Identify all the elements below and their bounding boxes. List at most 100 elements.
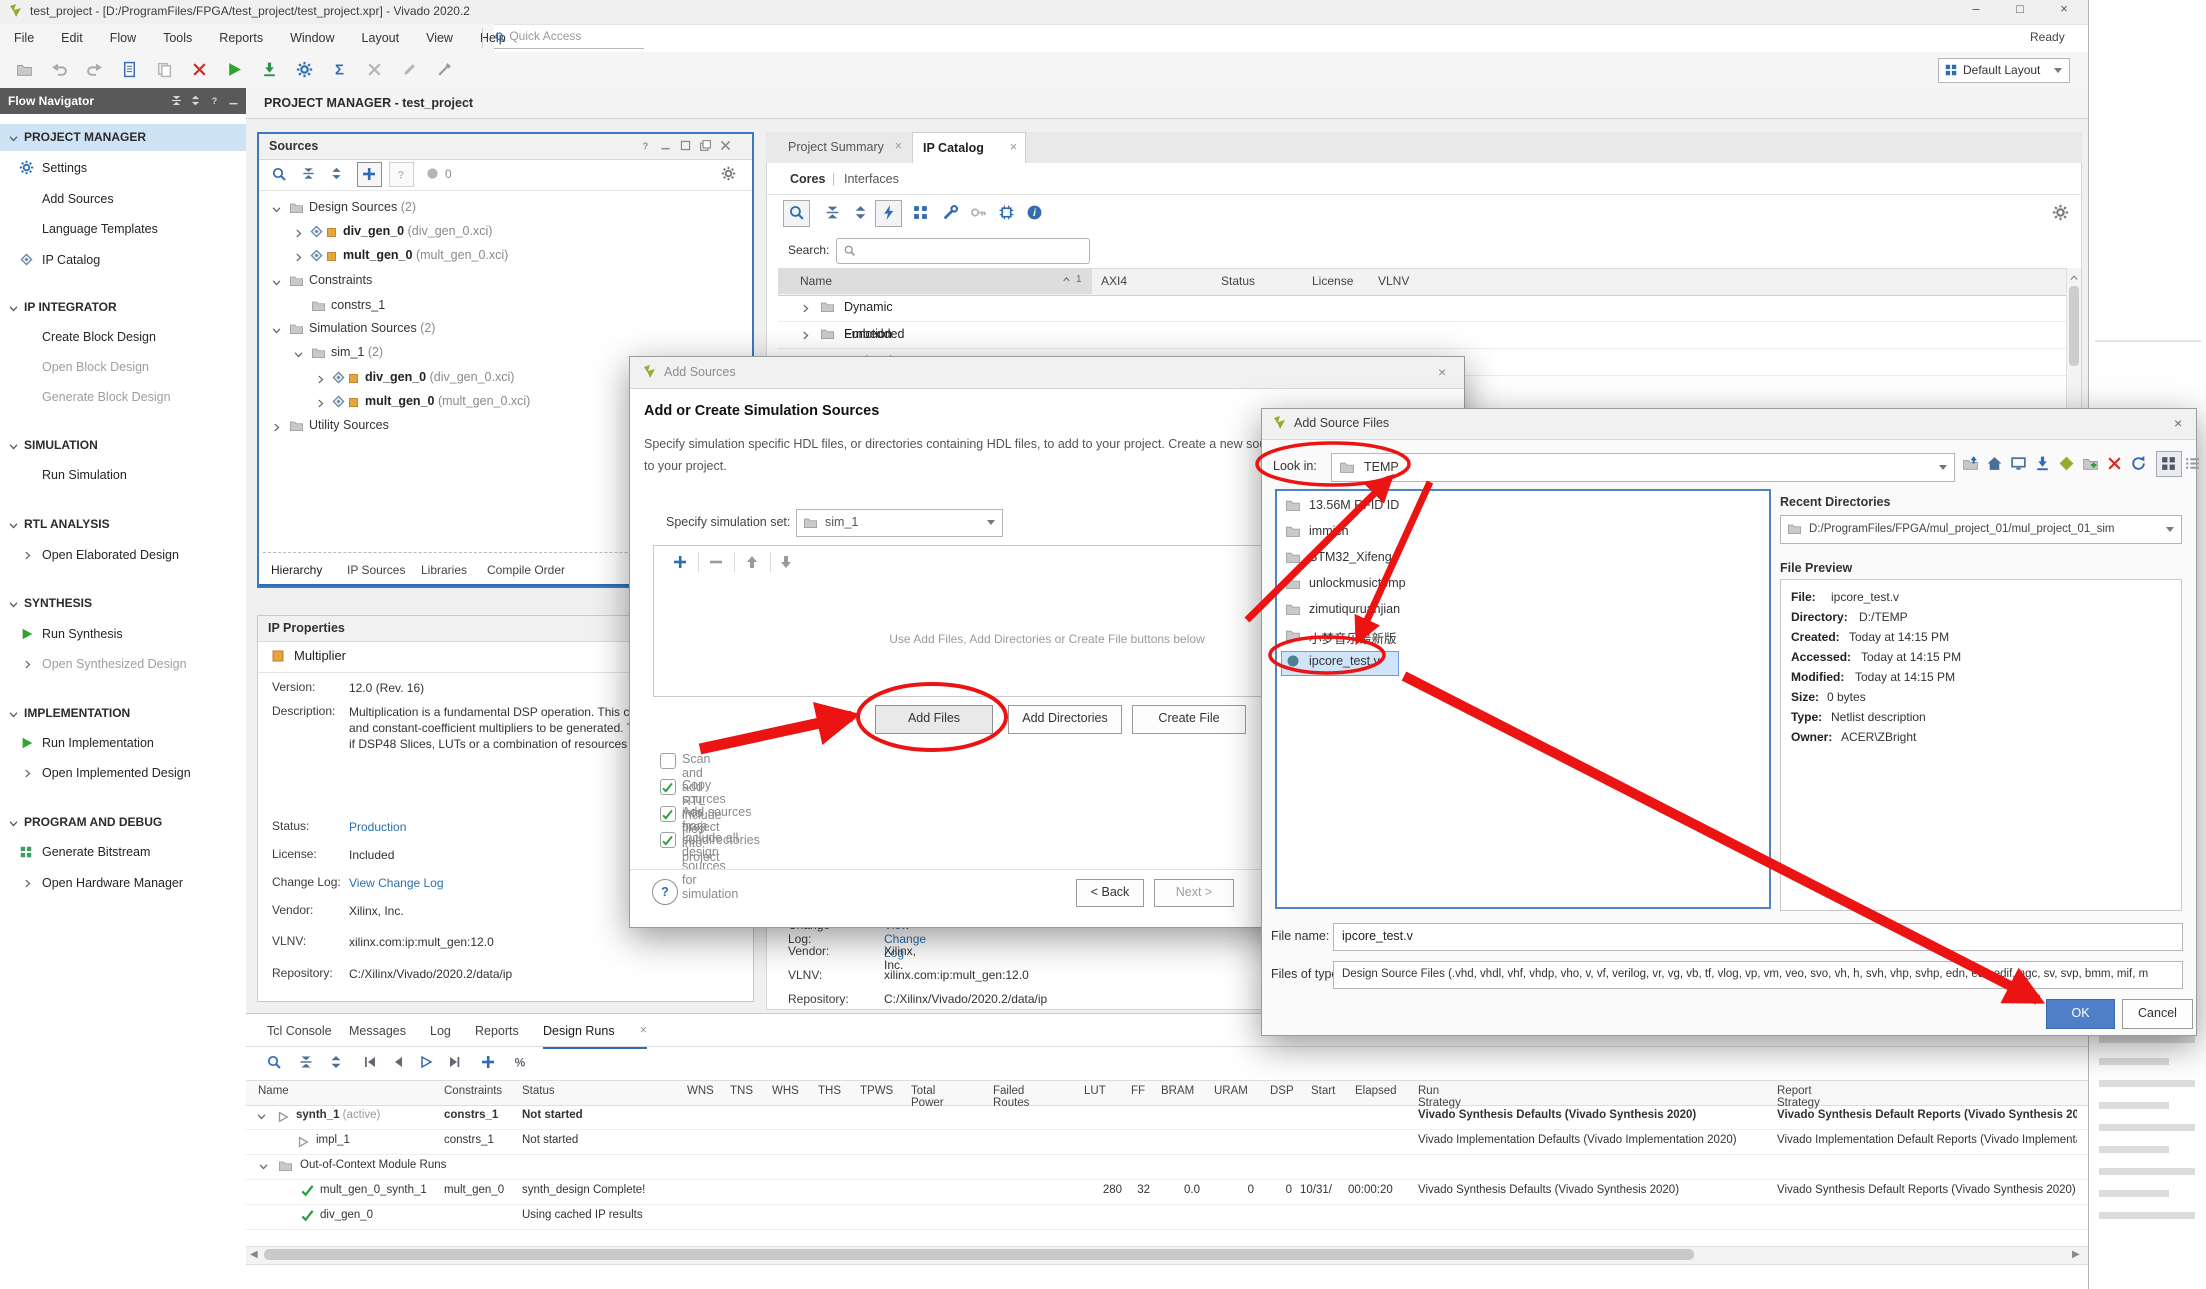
step-into-icon[interactable] <box>261 61 278 78</box>
sidebar-item-create-block-design[interactable]: Create Block Design <box>42 330 156 344</box>
forward-icon[interactable] <box>446 1054 462 1070</box>
sidebar-item-run-implementation[interactable]: Run Implementation <box>42 736 154 750</box>
collapse-all-icon[interactable] <box>824 204 841 221</box>
file-item-小梦音乐最新版[interactable]: 小梦音乐最新版 <box>1309 628 1397 647</box>
maximize-icon[interactable] <box>679 138 692 152</box>
filter-icon[interactable] <box>880 204 897 221</box>
plus-icon[interactable] <box>672 554 688 570</box>
minimize-button[interactable]: – <box>1958 2 1994 16</box>
runs-column-uram[interactable]: URAM <box>1214 1085 1248 1097</box>
move-up-icon[interactable] <box>744 554 760 570</box>
home-icon[interactable] <box>1986 455 2003 472</box>
menu-view[interactable]: View <box>426 31 453 45</box>
sidebar-section-synthesis[interactable]: SYNTHESIS <box>24 596 92 610</box>
settings-icon[interactable] <box>296 61 313 78</box>
tree-item-sim_1[interactable]: sim_1 (2) <box>331 345 383 359</box>
help-icon[interactable]: ? <box>389 162 414 187</box>
files-of-type-combo[interactable]: Design Source Files (.vhd, vhdl, vhf, vh… <box>1333 961 2183 989</box>
add-files-button[interactable]: Add Files <box>875 705 993 734</box>
run-icon[interactable] <box>226 61 243 78</box>
tree-item-mult_gen_0[interactable]: mult_gen_0 (mult_gen_0.xci) <box>343 248 508 262</box>
horizontal-scrollbar[interactable]: ◀ ▶ <box>246 1246 2088 1265</box>
add-directories-button[interactable]: Add Directories <box>1008 705 1122 734</box>
float-icon[interactable] <box>699 138 712 152</box>
sidebar-section-program-and-debug[interactable]: PROGRAM AND DEBUG <box>24 815 162 829</box>
sidebar-item-open-synthesized-design[interactable]: Open Synthesized Design <box>42 657 187 671</box>
close-button[interactable]: × <box>2046 2 2082 16</box>
menu-reports[interactable]: Reports <box>219 31 263 45</box>
catalog-row[interactable] <box>778 294 2066 322</box>
report-sum-icon[interactable]: Σ <box>331 61 348 78</box>
refresh-icon[interactable] <box>2130 455 2147 472</box>
tree-item-Utility Sources[interactable]: Utility Sources <box>309 418 389 432</box>
sidebar-item-add-sources[interactable]: Add Sources <box>42 192 114 206</box>
tab-interfaces[interactable]: Interfaces <box>844 172 899 186</box>
catalog-category-Dynamic Function eXchange[interactable]: Dynamic Function eXchange <box>844 294 900 321</box>
runs-column-name[interactable]: Name <box>258 1085 289 1097</box>
catalog-search-input[interactable] <box>836 238 1090 264</box>
chevron-right-icon[interactable] <box>293 226 304 240</box>
sidebar-item-generate-bitstream[interactable]: Generate Bitstream <box>42 845 150 859</box>
tree-item-div_gen_0[interactable]: div_gen_0 (div_gen_0.xci) <box>343 224 492 238</box>
move-down-icon[interactable] <box>778 554 794 570</box>
tab-project-summary[interactable]: Project Summary× <box>778 132 910 163</box>
open-project-icon[interactable] <box>16 61 33 78</box>
runs-table-row[interactable]: div_gen_0Using cached IP results <box>246 1204 2088 1230</box>
copy-icon[interactable] <box>156 61 173 78</box>
column-header-license[interactable]: License <box>1312 274 1353 288</box>
chevron-right-icon[interactable] <box>271 420 282 434</box>
chevron-down-icon[interactable] <box>8 439 19 453</box>
scrollbar-thumb[interactable] <box>264 1249 1694 1260</box>
chevron-down-icon[interactable] <box>8 301 19 315</box>
runs-table-row[interactable]: Out-of-Context Module Runs <box>246 1154 2088 1180</box>
collapse-all-icon[interactable] <box>170 93 183 107</box>
customize-icon[interactable] <box>942 204 959 221</box>
look-in-combo[interactable]: TEMP <box>1331 453 1955 482</box>
chevron-right-icon[interactable] <box>293 250 304 264</box>
download-icon[interactable] <box>2034 455 2051 472</box>
minimize-icon[interactable] <box>227 93 240 107</box>
close-icon[interactable] <box>719 138 732 152</box>
chevron-down-icon[interactable] <box>271 323 282 337</box>
expand-all-icon[interactable] <box>328 1054 344 1070</box>
tab-messages[interactable]: Messages <box>349 1018 411 1046</box>
play-icon[interactable] <box>418 1054 434 1070</box>
runs-column-ths[interactable]: THS <box>818 1085 841 1097</box>
file-item-13.56M RFID ID[interactable]: 13.56M RFID ID <box>1309 498 1399 512</box>
file-item-unlockmusictemp[interactable]: unlockmusictemp <box>1309 576 1406 590</box>
sidebar-section-implementation[interactable]: IMPLEMENTATION <box>24 706 130 720</box>
create-file-button[interactable]: Create File <box>1132 705 1246 734</box>
list-view-icon[interactable] <box>2184 455 2201 472</box>
gear-icon[interactable] <box>721 166 736 181</box>
runs-column-tpws[interactable]: TPWS <box>860 1085 893 1097</box>
sidebar-section-rtl-analysis[interactable]: RTL ANALYSIS <box>24 517 110 531</box>
delete-icon[interactable] <box>191 61 208 78</box>
runs-table-row[interactable]: synth_1 (active)constrs_1Not startedViva… <box>246 1104 2088 1130</box>
back-button[interactable]: < Back <box>1076 879 1144 907</box>
chevron-right-icon[interactable] <box>22 766 33 780</box>
checkbox-checked[interactable] <box>660 779 676 795</box>
redo-icon[interactable] <box>86 61 103 78</box>
cancel-button[interactable]: Cancel <box>2122 999 2193 1029</box>
grid-view-icon[interactable] <box>2160 455 2177 472</box>
menu-window[interactable]: Window <box>290 31 334 45</box>
menu-tools[interactable]: Tools <box>163 31 192 45</box>
percent-icon[interactable]: % <box>512 1054 528 1070</box>
tab-ip-catalog[interactable]: IP Catalog× <box>912 132 1026 164</box>
close-icon[interactable]: × <box>1010 140 1017 154</box>
scroll-left-icon[interactable]: ◀ <box>250 1249 258 1260</box>
expand-all-icon[interactable] <box>852 204 869 221</box>
plus-icon[interactable] <box>480 1054 496 1070</box>
vivado-icon[interactable] <box>2058 455 2075 472</box>
sidebar-section-project-manager[interactable]: PROJECT MANAGER <box>24 130 146 144</box>
runs-column-dsp[interactable]: DSP <box>1270 1085 1294 1097</box>
tab-design-runs[interactable]: Design Runs× <box>543 1018 647 1049</box>
tree-item-Constraints[interactable]: Constraints <box>309 273 372 287</box>
quick-access-search[interactable]: Quick Access <box>494 29 644 49</box>
sidebar-item-run-synthesis[interactable]: Run Synthesis <box>42 627 123 641</box>
chevron-down-icon[interactable] <box>8 131 19 145</box>
chevron-right-icon[interactable] <box>315 372 326 386</box>
chevron-right-icon[interactable] <box>22 657 33 671</box>
chevron-down-icon[interactable] <box>271 275 282 289</box>
runs-column-ff[interactable]: FF <box>1131 1085 1145 1097</box>
